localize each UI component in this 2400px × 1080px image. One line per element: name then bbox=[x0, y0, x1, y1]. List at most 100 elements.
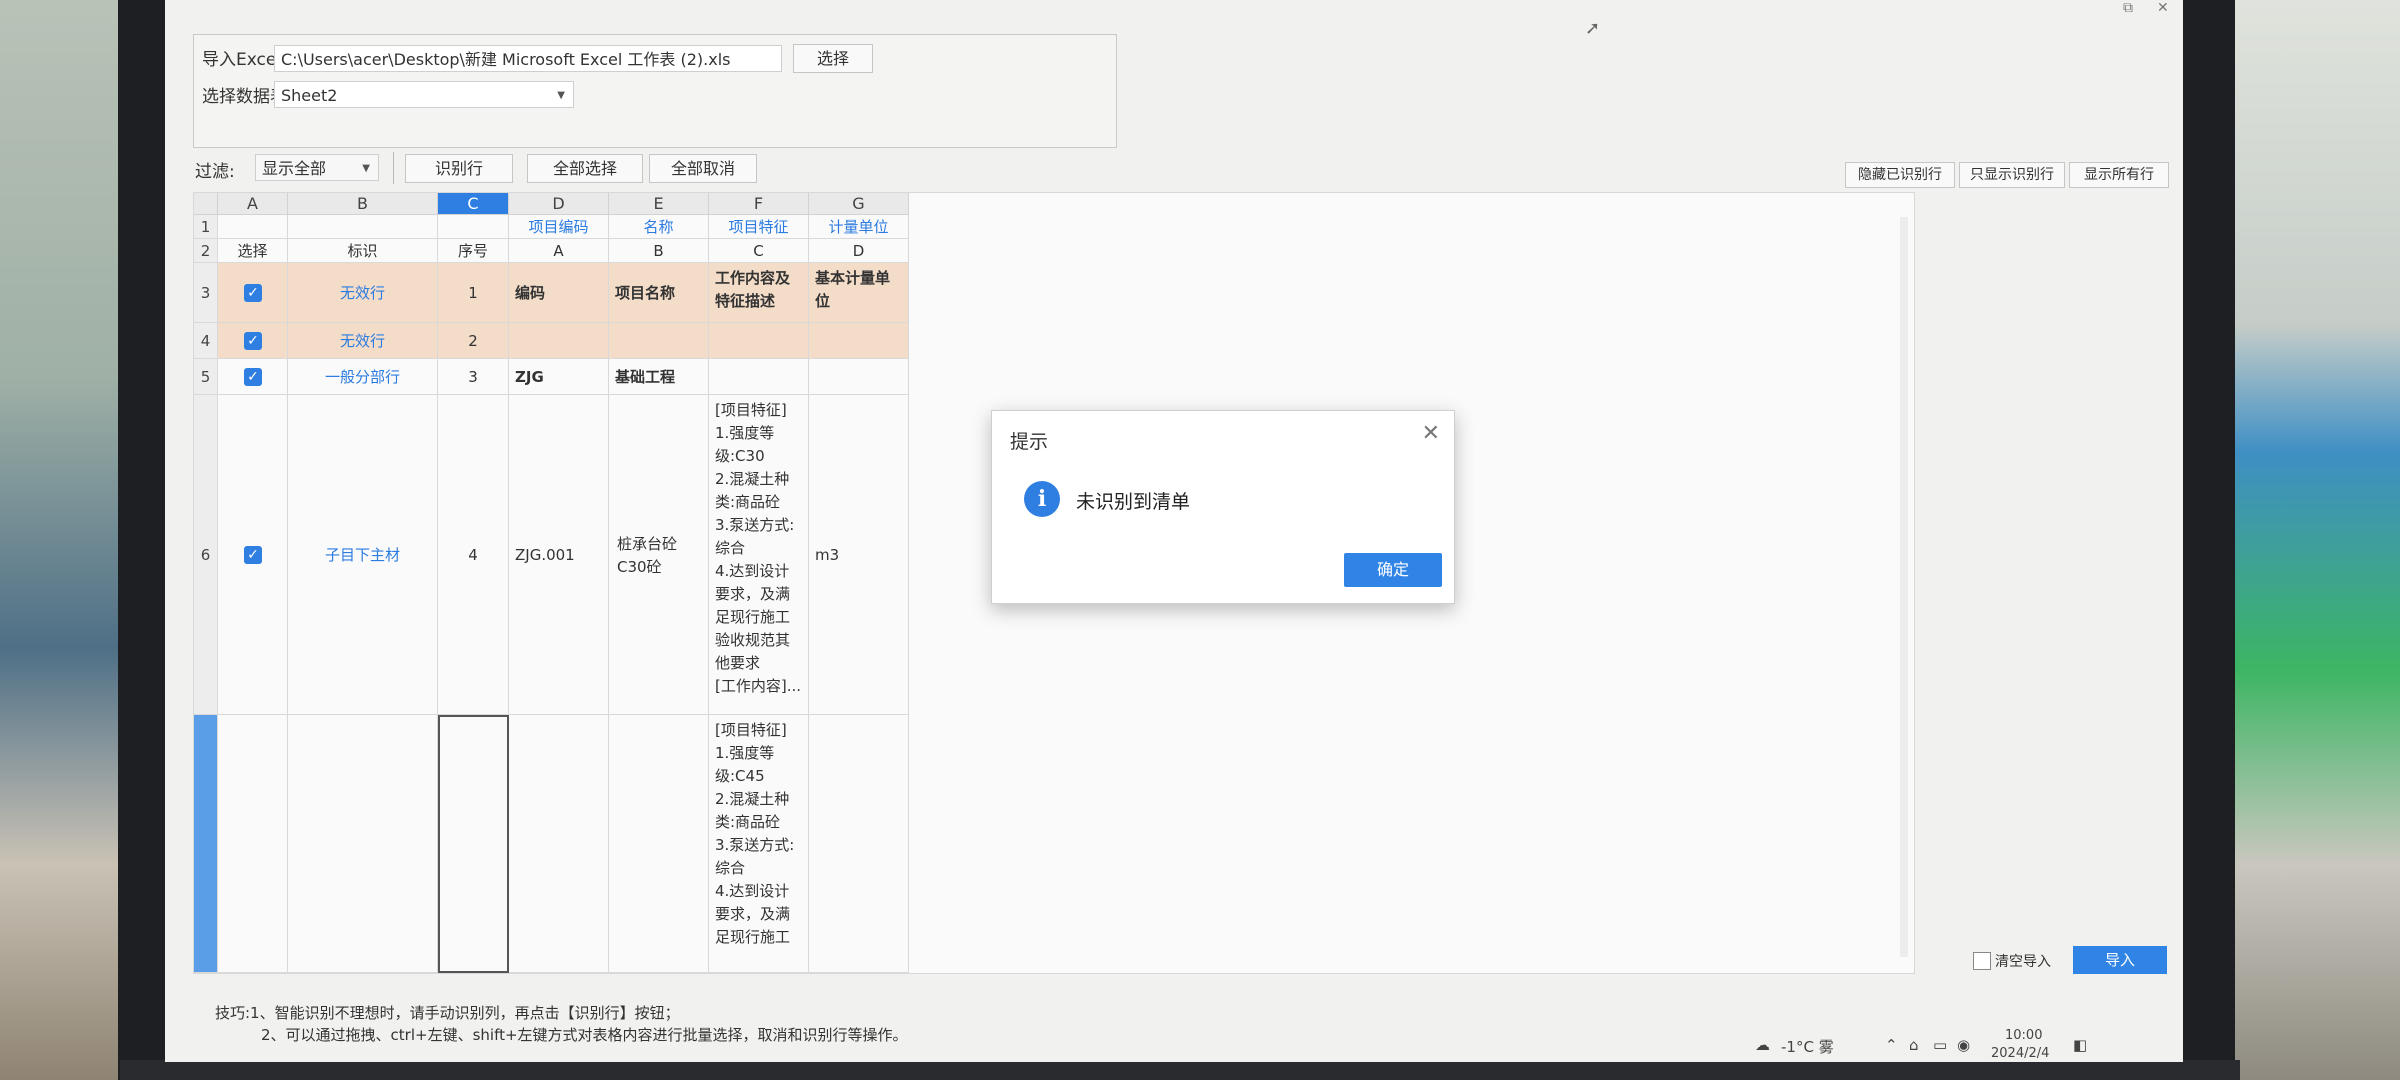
excel-path-field[interactable]: C:\Users\acer\Desktop\新建 Microsoft Excel… bbox=[274, 45, 782, 72]
grid-cell[interactable]: ✓ bbox=[218, 263, 288, 323]
grid-cell[interactable] bbox=[709, 359, 809, 395]
choose-file-button[interactable]: 选择 bbox=[793, 44, 873, 73]
clock-date[interactable]: 2024/2/4 bbox=[1991, 1046, 2049, 1061]
clear-import-checkbox[interactable] bbox=[1973, 952, 1991, 970]
row-tag[interactable]: 一般分部行 bbox=[288, 359, 438, 395]
weather-icon[interactable]: ☁ bbox=[1755, 1036, 1770, 1054]
active-cell[interactable] bbox=[438, 715, 509, 973]
grid-cell[interactable] bbox=[218, 215, 288, 239]
grid-cell[interactable]: 序号 bbox=[438, 239, 509, 263]
filter-label: 过滤: bbox=[195, 162, 235, 182]
close-window-icon[interactable]: ✕ bbox=[2157, 0, 2169, 16]
column-header[interactable]: G bbox=[809, 193, 909, 215]
grid-cell[interactable]: m3 bbox=[809, 395, 909, 715]
volume-icon[interactable]: ◉ bbox=[1957, 1036, 1970, 1054]
grid-cell[interactable] bbox=[438, 215, 509, 239]
grid-cell[interactable]: 选择 bbox=[218, 239, 288, 263]
grid-cell[interactable]: A bbox=[509, 239, 609, 263]
tray-chevron-icon[interactable]: ⌃ bbox=[1885, 1036, 1898, 1054]
row-checkbox[interactable]: ✓ bbox=[244, 368, 262, 386]
grid-cell[interactable]: 项目名称 bbox=[609, 263, 709, 323]
row-number[interactable]: 2 bbox=[194, 239, 218, 263]
mapped-column-name[interactable]: 名称 bbox=[609, 215, 709, 239]
row-number[interactable]: 3 bbox=[194, 263, 218, 323]
monitor-bezel-left bbox=[118, 0, 168, 1080]
import-button[interactable]: 导入 bbox=[2073, 946, 2167, 974]
grid-cell[interactable]: 桩承台砼C30砼 bbox=[609, 395, 709, 715]
corner-header[interactable] bbox=[194, 193, 218, 215]
grid-cell[interactable] bbox=[709, 323, 809, 359]
grid-cell[interactable]: ZJG.001 bbox=[509, 395, 609, 715]
notification-icon[interactable]: ◧ bbox=[2073, 1036, 2087, 1054]
grid-cell[interactable]: [项目特征] 1.强度等级:C45 2.混凝土种类:商品砼 3.泵送方式:综合 … bbox=[709, 715, 809, 973]
column-header[interactable]: F bbox=[709, 193, 809, 215]
grid-cell[interactable]: C bbox=[709, 239, 809, 263]
grid-cell[interactable]: D bbox=[809, 239, 909, 263]
row-number[interactable]: 1 bbox=[194, 215, 218, 239]
network-icon[interactable]: ⌂ bbox=[1909, 1036, 1919, 1054]
grid-cell[interactable] bbox=[288, 215, 438, 239]
filter-select[interactable]: 显示全部 ▼ bbox=[255, 154, 379, 181]
grid-cell[interactable]: ✓ bbox=[218, 395, 288, 715]
grid-cell[interactable]: 2 bbox=[438, 323, 509, 359]
mapped-column-unit[interactable]: 计量单位 bbox=[809, 215, 909, 239]
grid-cell[interactable] bbox=[288, 715, 438, 973]
select-all-button[interactable]: 全部选择 bbox=[527, 154, 643, 183]
row-checkbox[interactable]: ✓ bbox=[244, 332, 262, 350]
grid-cell[interactable]: B bbox=[609, 239, 709, 263]
ok-button[interactable]: 确定 bbox=[1344, 553, 1442, 587]
grid-cell[interactable]: ZJG bbox=[509, 359, 609, 395]
grid-cell[interactable]: 3 bbox=[438, 359, 509, 395]
row-number-selected[interactable] bbox=[194, 715, 218, 973]
column-header[interactable]: E bbox=[609, 193, 709, 215]
grid-cell[interactable]: [项目特征] 1.强度等级:C30 2.混凝土种类:商品砼 3.泵送方式:综合 … bbox=[709, 395, 809, 715]
row-number[interactable]: 5 bbox=[194, 359, 218, 395]
row-checkbox[interactable]: ✓ bbox=[244, 284, 262, 302]
column-header[interactable]: B bbox=[288, 193, 438, 215]
grid-cell[interactable]: ✓ bbox=[218, 359, 288, 395]
sheet-select[interactable]: Sheet2 ▼ bbox=[274, 81, 574, 108]
battery-icon[interactable]: ▭ bbox=[1933, 1036, 1947, 1054]
grid-cell[interactable] bbox=[809, 323, 909, 359]
photo-background-left bbox=[0, 0, 125, 1080]
show-identified-only-button[interactable]: 只显示识别行 bbox=[1959, 162, 2065, 188]
filter-select-value: 显示全部 bbox=[262, 159, 327, 178]
grid-cell[interactable]: 编码 bbox=[509, 263, 609, 323]
row-tag[interactable]: 无效行 bbox=[288, 263, 438, 323]
grid-cell[interactable]: 1 bbox=[438, 263, 509, 323]
grid-cell[interactable] bbox=[809, 715, 909, 973]
grid-cell[interactable] bbox=[609, 323, 709, 359]
grid-cell[interactable]: 基本计量单位 bbox=[809, 263, 909, 323]
column-header[interactable]: A bbox=[218, 193, 288, 215]
grid-cell[interactable] bbox=[609, 715, 709, 973]
grid-cell[interactable] bbox=[509, 323, 609, 359]
identify-row-button[interactable]: 识别行 bbox=[405, 154, 513, 183]
column-header[interactable]: D bbox=[509, 193, 609, 215]
grid-cell[interactable] bbox=[809, 359, 909, 395]
row-number[interactable]: 4 bbox=[194, 323, 218, 359]
row-number[interactable]: 6 bbox=[194, 395, 218, 715]
grid-cell[interactable] bbox=[218, 715, 288, 973]
clock-time[interactable]: 10:00 bbox=[2005, 1028, 2042, 1043]
dialog-message: 未识别到清单 bbox=[1076, 491, 1191, 513]
show-all-rows-button[interactable]: 显示所有行 bbox=[2069, 162, 2169, 188]
grid-cell[interactable]: 4 bbox=[438, 395, 509, 715]
close-icon[interactable]: ✕ bbox=[1422, 421, 1440, 446]
mapped-column-code[interactable]: 项目编码 bbox=[509, 215, 609, 239]
hide-identified-button[interactable]: 隐藏已识别行 bbox=[1845, 162, 1955, 188]
column-header-selected[interactable]: C bbox=[438, 193, 509, 215]
monitor-bezel-right bbox=[2180, 0, 2235, 1080]
grid-cell[interactable]: 标识 bbox=[288, 239, 438, 263]
row-checkbox[interactable]: ✓ bbox=[244, 546, 262, 564]
row-tag[interactable]: 子目下主材 bbox=[288, 395, 438, 715]
mapped-column-feature[interactable]: 项目特征 bbox=[709, 215, 809, 239]
row-tag[interactable]: 无效行 bbox=[288, 323, 438, 359]
deselect-all-button[interactable]: 全部取消 bbox=[649, 154, 757, 183]
vertical-scrollbar[interactable] bbox=[1900, 217, 1908, 957]
weather-text[interactable]: -1°C 雾 bbox=[1781, 1036, 1834, 1057]
restore-icon[interactable]: ⧉ bbox=[2123, 0, 2133, 16]
grid-cell[interactable]: ✓ bbox=[218, 323, 288, 359]
grid-cell[interactable]: 基础工程 bbox=[609, 359, 709, 395]
grid-cell[interactable] bbox=[509, 715, 609, 973]
grid-cell[interactable]: 工作内容及特征描述 bbox=[709, 263, 809, 323]
